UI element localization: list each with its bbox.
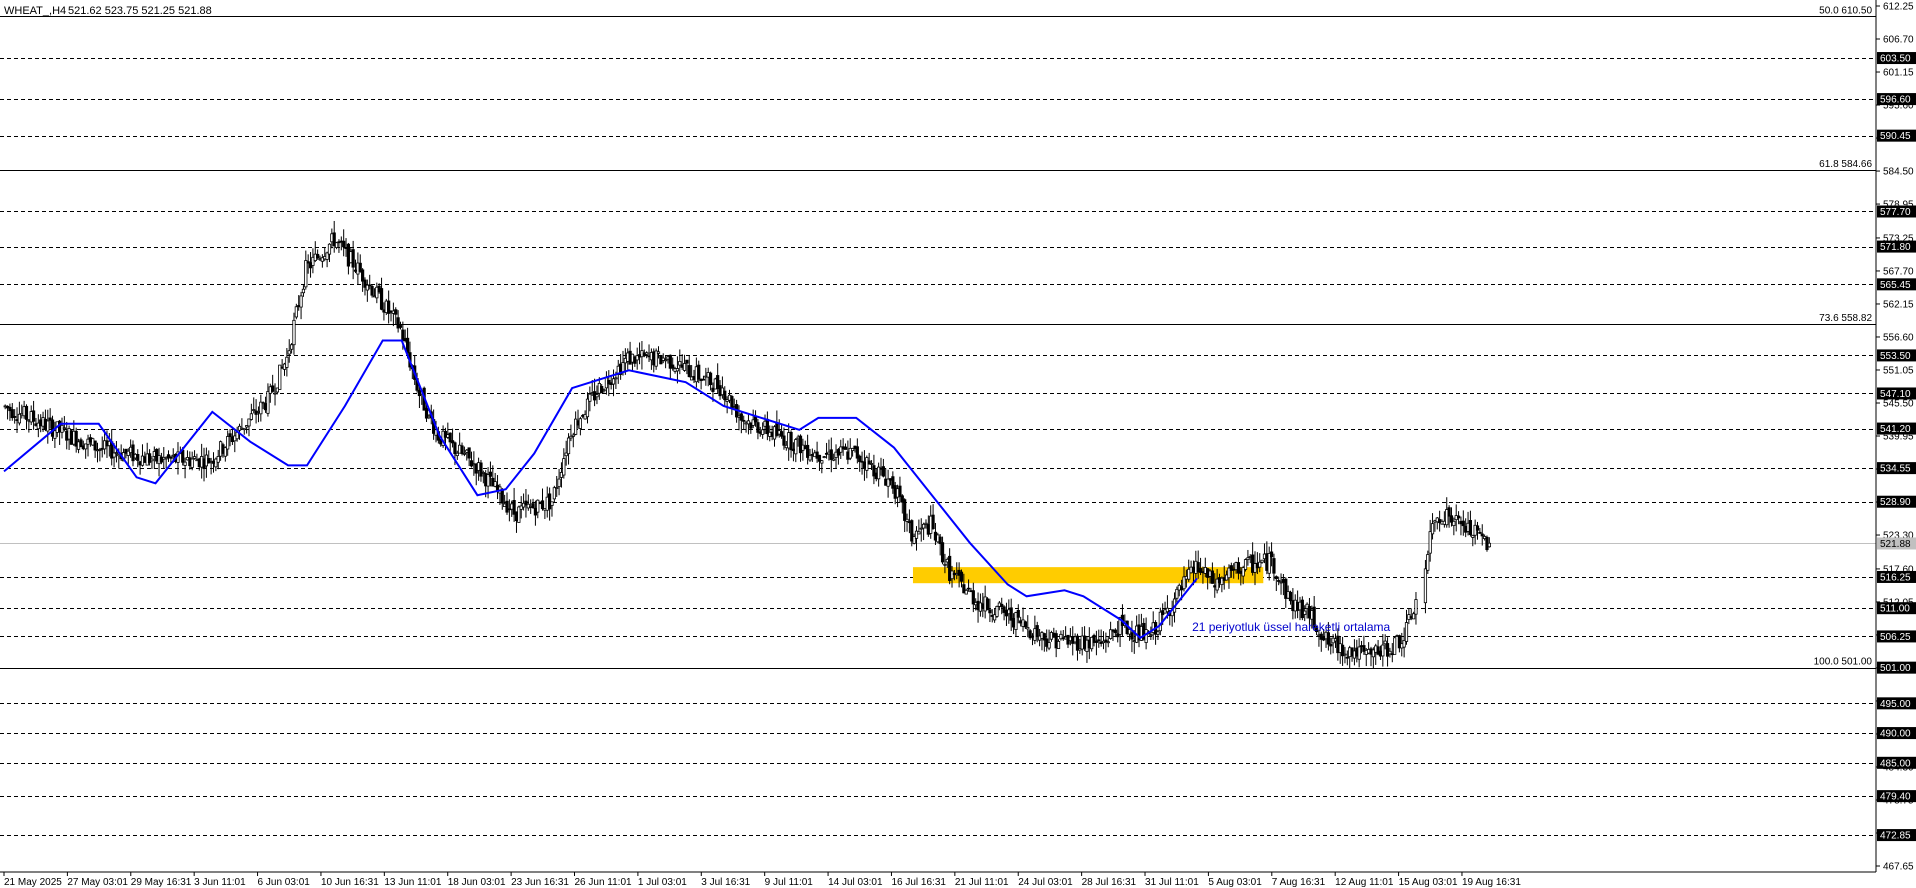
ema-annotation-label: 21 periyotluk üssel hareketli ortalama xyxy=(1192,620,1390,634)
time-tick: 21 May 2025 xyxy=(4,877,62,888)
time-tick: 31 Jul 11:01 xyxy=(1145,877,1199,888)
annotations: 21 periyotluk üssel hareketli ortalama xyxy=(1192,620,1390,634)
time-tick: 7 Aug 16:31 xyxy=(1272,877,1326,888)
candle xyxy=(1243,558,1248,572)
fib-label-0: 50.0 610.50 xyxy=(1819,5,1872,16)
price-tick: 467.65 xyxy=(1883,862,1914,873)
ohlc-values: 521.62 523.75 521.25 521.88 xyxy=(68,5,212,17)
symbol-label: WHEAT_,H4 xyxy=(4,5,66,17)
level-tag: 565.45 xyxy=(1880,280,1911,291)
candle xyxy=(822,456,826,459)
time-tick: 24 Jul 03:01 xyxy=(1018,877,1073,888)
time-tick: 13 Jun 11:01 xyxy=(384,877,442,888)
time-tick: 18 Jun 03:01 xyxy=(448,877,506,888)
time-tick: 23 Jun 16:31 xyxy=(511,877,569,888)
level-tag: 490.00 xyxy=(1880,729,1911,740)
time-tick: 14 Jul 03:01 xyxy=(828,877,883,888)
level-tag: 495.00 xyxy=(1880,699,1911,710)
current-price-tag: 521.88 xyxy=(1880,539,1911,550)
time-tick: 29 May 16:31 xyxy=(131,877,192,888)
price-tick: 601.15 xyxy=(1883,68,1914,79)
price-tick: 562.15 xyxy=(1883,299,1914,310)
time-tick: 28 Jul 16:31 xyxy=(1082,877,1137,888)
level-tag: 479.40 xyxy=(1880,792,1911,803)
time-tick: 1 Jul 03:01 xyxy=(638,877,687,888)
level-tag: 485.00 xyxy=(1880,758,1911,769)
time-tick: 27 May 03:01 xyxy=(67,877,128,888)
level-tag: 596.60 xyxy=(1880,95,1911,106)
time-tick: 19 Aug 16:31 xyxy=(1462,877,1521,888)
time-tick: 12 Aug 11:01 xyxy=(1335,877,1394,888)
level-tag: 590.45 xyxy=(1880,131,1911,142)
level-tag: 541.20 xyxy=(1880,424,1911,435)
candle xyxy=(985,597,990,611)
level-tag: 571.80 xyxy=(1880,242,1911,253)
fib-label-2: 73.6 558.82 xyxy=(1819,313,1872,324)
candle xyxy=(278,364,282,390)
time-tick: 6 Jun 03:01 xyxy=(258,877,311,888)
level-tag: 511.00 xyxy=(1880,604,1910,615)
candle xyxy=(995,605,999,618)
time-tick: 21 Jul 11:01 xyxy=(955,877,1009,888)
price-tick: 551.05 xyxy=(1883,365,1914,376)
level-tag: 516.25 xyxy=(1880,572,1911,583)
level-tag: 506.25 xyxy=(1880,632,1911,643)
level-tag: 553.50 xyxy=(1880,351,1911,362)
price-tick: 556.60 xyxy=(1883,332,1914,343)
level-tag: 547.10 xyxy=(1880,389,1911,400)
time-tick: 26 Jun 11:01 xyxy=(575,877,633,888)
price-chart[interactable]: 21 periyotluk üssel hareketli ortalama 5… xyxy=(0,0,1916,888)
candle xyxy=(1300,596,1304,621)
level-tag: 472.85 xyxy=(1880,831,1911,842)
price-tick: 584.50 xyxy=(1883,167,1914,178)
fib-label-1: 61.8 584.66 xyxy=(1819,159,1872,170)
time-tick: 9 Jul 11:01 xyxy=(765,877,814,888)
time-tick: 3 Jun 11:01 xyxy=(194,877,246,888)
time-tick: 16 Jul 16:31 xyxy=(891,877,946,888)
price-tick: 606.70 xyxy=(1883,35,1914,46)
fib-label-3: 100.0 501.00 xyxy=(1814,657,1873,668)
time-tick: 5 Aug 03:01 xyxy=(1208,877,1262,888)
time-tick: 10 Jun 16:31 xyxy=(321,877,379,888)
level-tag: 534.55 xyxy=(1880,464,1911,475)
time-tick: 15 Aug 03:01 xyxy=(1399,877,1458,888)
chart-header: WHEAT_,H4 521.62 523.75 521.25 521.88 xyxy=(4,5,212,17)
price-tick: 612.25 xyxy=(1883,2,1914,13)
level-tag: 577.70 xyxy=(1880,207,1911,218)
chart-background xyxy=(0,0,1916,888)
level-tag: 603.50 xyxy=(1880,54,1911,65)
level-tag: 528.90 xyxy=(1880,497,1911,508)
candle xyxy=(1028,628,1032,640)
time-tick: 3 Jul 16:31 xyxy=(701,877,750,888)
level-tag: 501.00 xyxy=(1880,663,1911,674)
candle xyxy=(1393,636,1397,655)
price-tick: 567.70 xyxy=(1883,266,1914,277)
price-tick: 545.50 xyxy=(1883,398,1914,409)
